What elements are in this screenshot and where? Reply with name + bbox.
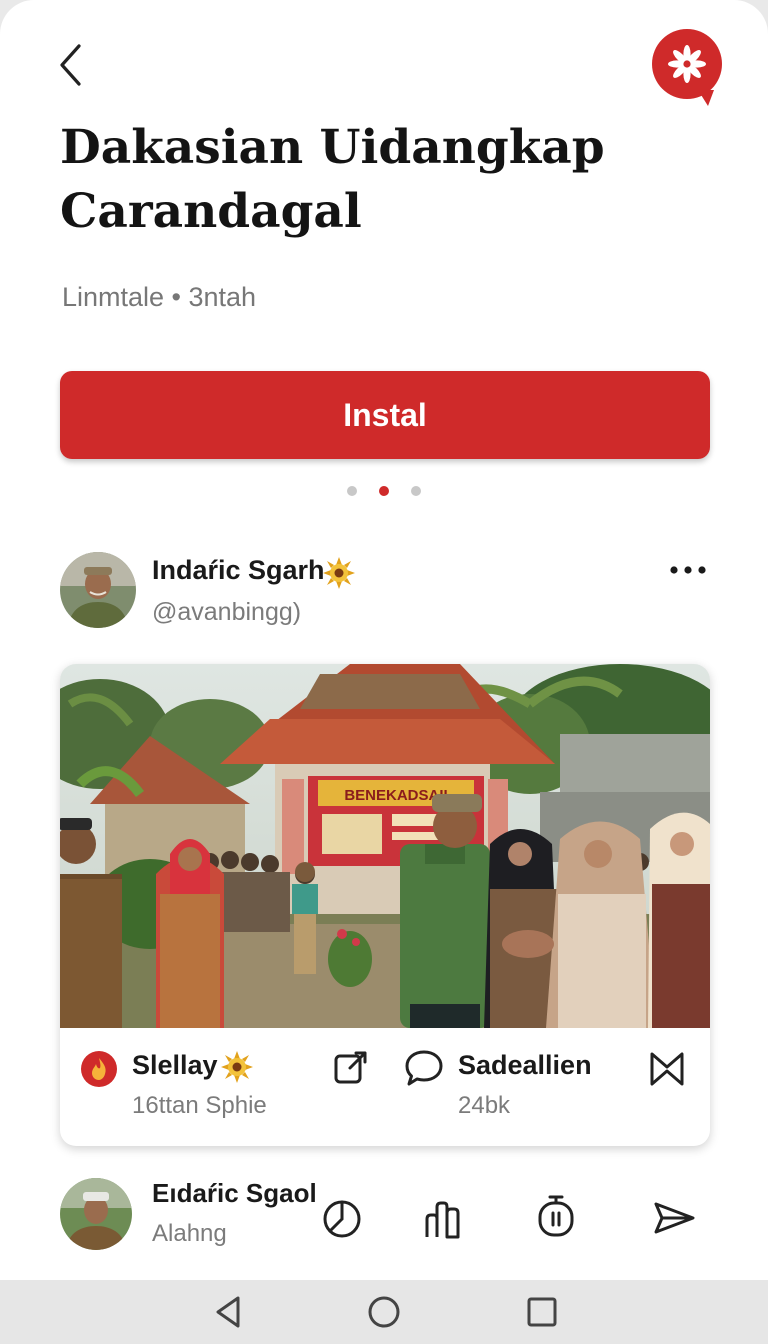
flame-icon[interactable] xyxy=(80,1050,118,1088)
post-author-handle[interactable]: @avanbingg) xyxy=(152,598,301,627)
sun-badge-icon xyxy=(221,1051,253,1083)
avatar[interactable] xyxy=(60,552,136,628)
external-link-icon[interactable] xyxy=(332,1048,370,1086)
timer-icon[interactable] xyxy=(534,1193,578,1237)
card-right-sub: 24bk xyxy=(458,1092,511,1119)
back-triangle-icon[interactable] xyxy=(210,1294,246,1330)
pager-dot[interactable] xyxy=(411,486,421,496)
bar-chart-icon[interactable] xyxy=(422,1197,466,1241)
send-icon[interactable] xyxy=(652,1196,696,1240)
pie-chart-icon[interactable] xyxy=(320,1197,364,1241)
pager-dots xyxy=(0,486,768,496)
chevron-left-icon[interactable] xyxy=(52,40,92,90)
install-button[interactable]: Instal xyxy=(60,371,710,459)
flower-chat-icon[interactable] xyxy=(650,28,724,108)
app-meta: Linmtale • 3ntah xyxy=(62,282,257,312)
home-circle-icon[interactable] xyxy=(366,1294,402,1330)
comment-subtitle: Alahng xyxy=(152,1220,227,1247)
page-title: Dakasian Uidangkap Carandagal xyxy=(60,120,605,239)
card-left-name[interactable]: Slellay xyxy=(132,1050,218,1081)
avatar[interactable] xyxy=(60,1178,132,1250)
post-card: BENEKADSAII Slellay 16ttan Sphie Sadeall… xyxy=(60,664,710,1146)
chat-bubble-icon[interactable] xyxy=(404,1048,444,1088)
card-right-name[interactable]: Sadeallien xyxy=(458,1050,592,1081)
recents-square-icon[interactable] xyxy=(524,1294,560,1330)
comment-author-name[interactable]: Eıdaŕic Sgaol xyxy=(152,1178,317,1209)
card-left-sub: 16ttan Sphie xyxy=(132,1092,267,1119)
app-screen: Dakasian Uidangkap Carandagal Linmtale •… xyxy=(0,0,768,1344)
system-nav-bar xyxy=(0,1280,768,1344)
post-photo[interactable]: BENEKADSAII xyxy=(60,664,710,1028)
sun-badge-icon xyxy=(323,557,355,589)
pager-dot-active[interactable] xyxy=(379,486,389,496)
pager-dot[interactable] xyxy=(347,486,357,496)
post-author-name[interactable]: Indaŕic Sgarh xyxy=(152,555,325,586)
more-horizontal-icon[interactable] xyxy=(668,556,708,584)
bookmark-icon[interactable] xyxy=(648,1050,686,1088)
post-card-footer: Slellay 16ttan Sphie Sadeallien 24bk xyxy=(60,1028,710,1146)
